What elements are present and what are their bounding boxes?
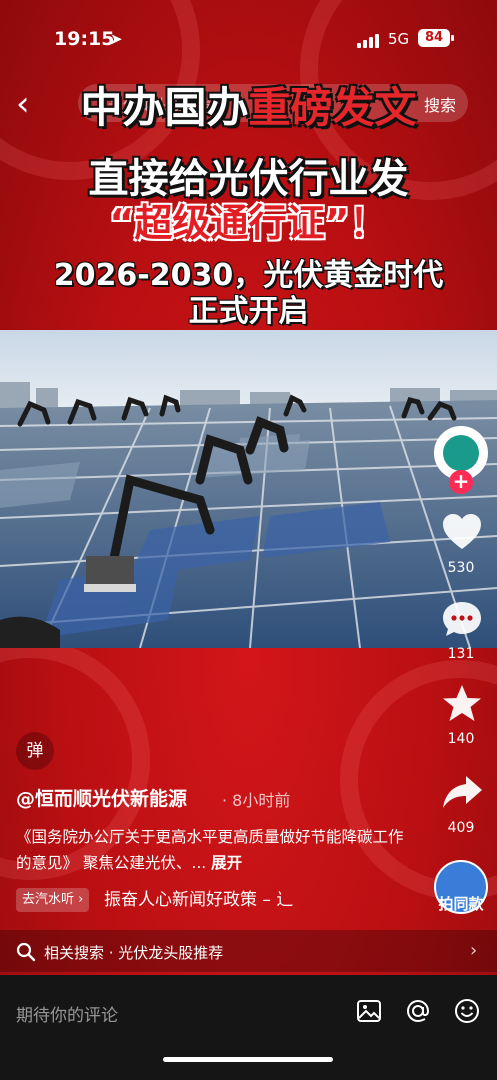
post-time: · 8小时前 [222, 791, 291, 810]
solar-roof-image [0, 330, 497, 648]
emoji-icon[interactable] [453, 997, 481, 1025]
comment-input[interactable]: 期待你的评论 [16, 1001, 118, 1026]
danmaku-toggle-button[interactable]: 弹 [16, 732, 54, 770]
headline-line-1a: 中办国办 [80, 83, 249, 132]
description-text: 《国务院办公厅关于更高水平更高质量做好节能降碳工作的意见》 聚焦公建光伏、... [16, 828, 404, 872]
image-icon[interactable] [355, 997, 383, 1025]
battery-indicator: 84 [418, 29, 454, 47]
like-count: 530 [447, 560, 475, 576]
comment-bar: 期待你的评论 [0, 975, 497, 1080]
favorite-star-icon[interactable] [440, 682, 484, 726]
related-search-text: 相关搜索 · 光伏龙头股推荐 [44, 944, 224, 962]
favorite-count: 140 [447, 731, 475, 747]
signal-icon [357, 34, 381, 48]
share-arrow-icon[interactable] [440, 770, 484, 814]
share-count: 409 [447, 820, 475, 836]
video-description: 《国务院办公厅关于更高水平更高质量做好节能降碳工作的意见》 聚焦公建光伏、...… [16, 824, 416, 876]
video-feed-screen: 19:15 ➤ 5G 84 ‹ 光伏龙头股推荐 搜索 中办国办重磅发文 直接给光… [0, 0, 497, 1080]
like-heart-icon[interactable] [440, 510, 484, 554]
music-app-chip[interactable]: 去汽水听 › [16, 888, 90, 912]
chevron-right-icon: › [470, 940, 478, 961]
headline-line-1b: 重磅发文 [248, 83, 417, 132]
video-frame[interactable] [0, 330, 497, 648]
avatar-logo [443, 435, 479, 471]
headline-line-5: 正式开启 [188, 294, 309, 329]
comment-bubble-icon[interactable] [440, 598, 484, 642]
home-indicator [163, 1057, 333, 1062]
mention-icon[interactable] [404, 997, 432, 1025]
headline-line-3-text: “超级通行证”！ [109, 201, 388, 245]
follow-button[interactable]: + [449, 470, 473, 494]
music-title[interactable]: 振奋人心新闻好政策 – 辶 [104, 888, 293, 912]
status-bar: 19:15 ➤ 5G 84 [0, 22, 497, 58]
network-type: 5G [388, 30, 410, 48]
location-arrow-icon: ➤ [110, 30, 123, 48]
status-time: 19:15 [54, 28, 115, 50]
search-icon [16, 942, 36, 962]
author-name[interactable]: @恒而顺光伏新能源 [16, 784, 187, 811]
headline-line-3: “超级通行证”！ [0, 192, 497, 247]
headline-line-1: 中办国办重磅发文 [0, 74, 497, 135]
related-search-bar[interactable]: 相关搜索 · 光伏龙头股推荐 › [0, 930, 497, 972]
comment-count: 131 [447, 646, 475, 662]
expand-link[interactable]: 展开 [211, 854, 242, 872]
same-product-label[interactable]: 拍同款 [430, 893, 492, 914]
